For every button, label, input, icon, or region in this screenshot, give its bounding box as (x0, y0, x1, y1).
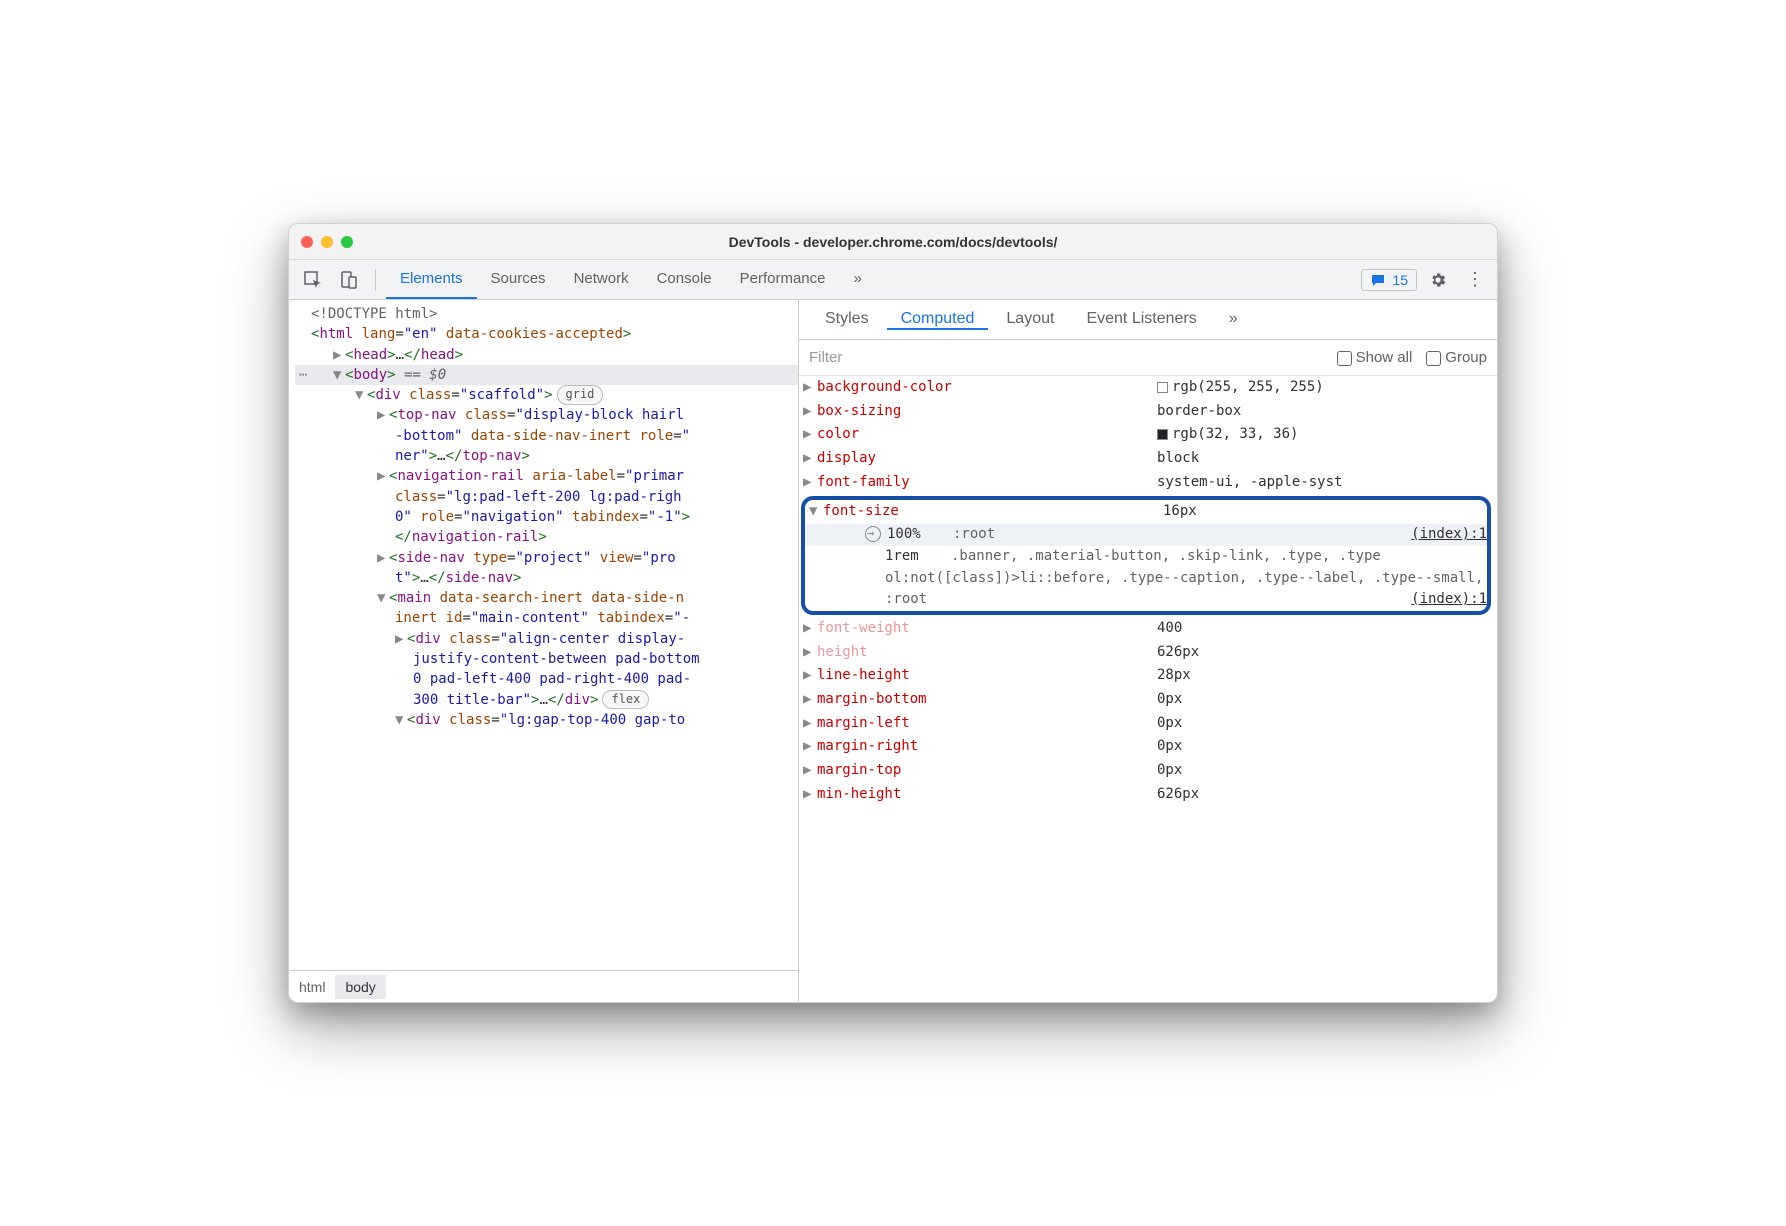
more-menu-icon[interactable]: ⋮ (1461, 269, 1489, 290)
tab-network[interactable]: Network (560, 260, 643, 299)
subtab-computed[interactable]: Computed (887, 310, 989, 330)
prop-color[interactable]: ▶colorrgb(32, 33, 36) (799, 423, 1497, 447)
html-element[interactable]: <html lang="en" data-cookies-accepted> (295, 324, 798, 344)
source-link-1[interactable]: (index):1 (1411, 524, 1487, 546)
subtab-layout[interactable]: Layout (992, 310, 1068, 330)
issues-icon (1370, 273, 1386, 287)
prop-margin-right[interactable]: ▶margin-right0px (799, 735, 1497, 759)
crumb-body[interactable]: body (335, 975, 385, 999)
layout-badge-grid[interactable]: grid (557, 385, 604, 404)
tab-elements[interactable]: Elements (386, 260, 477, 299)
tab-sources[interactable]: Sources (477, 260, 560, 299)
content-split: <!DOCTYPE html> <html lang="en" data-coo… (289, 300, 1497, 1002)
titlebar: DevTools - developer.chrome.com/docs/dev… (289, 224, 1497, 260)
crumb-html[interactable]: html (289, 975, 335, 999)
main-tabs: Elements Sources Network Console Perform… (386, 260, 876, 299)
source-link-2[interactable]: (index):1 (1411, 589, 1487, 611)
toolbar-divider (375, 269, 376, 291)
device-toggle-icon[interactable] (333, 264, 365, 296)
tab-performance[interactable]: Performance (726, 260, 840, 299)
devtools-window: DevTools - developer.chrome.com/docs/dev… (288, 223, 1498, 1003)
main-element[interactable]: ▼<main data-search-inert data-side-n (295, 588, 798, 608)
maximize-window-button[interactable] (341, 236, 353, 248)
doctype: <!DOCTYPE html> (311, 306, 437, 322)
traffic-lights (301, 236, 353, 248)
show-all-checkbox[interactable]: Show all (1337, 349, 1413, 366)
prop-height[interactable]: ▶height626px (799, 641, 1497, 665)
breadcrumb: html body (289, 970, 798, 1002)
main-toolbar: Elements Sources Network Console Perform… (289, 260, 1497, 300)
title-bar-div[interactable]: ▶<div class="align-center display- (295, 629, 798, 649)
prop-margin-top[interactable]: ▶margin-top0px (799, 759, 1497, 783)
tabs-overflow[interactable]: » (840, 260, 876, 299)
side-nav-element[interactable]: ▶<side-nav type="project" view="pro (295, 548, 798, 568)
gap-div[interactable]: ▼<div class="lg:gap-top-400 gap-to (295, 710, 798, 730)
group-checkbox[interactable]: Group (1426, 349, 1487, 366)
prop-line-height[interactable]: ▶line-height28px (799, 664, 1497, 688)
prop-font-weight[interactable]: ▶font-weight400 (799, 617, 1497, 641)
prop-display[interactable]: ▶displayblock (799, 447, 1497, 471)
top-nav-element[interactable]: ▶<top-nav class="display-block hairl (295, 405, 798, 425)
settings-icon[interactable] (1429, 271, 1457, 289)
font-size-source-2[interactable]: 1rem.banner, .material-button, .skip-lin… (805, 546, 1487, 611)
prop-box-sizing[interactable]: ▶box-sizingborder-box (799, 400, 1497, 424)
prop-background-color[interactable]: ▶background-colorrgb(255, 255, 255) (799, 376, 1497, 400)
subtabs-overflow[interactable]: » (1215, 310, 1252, 330)
prop-font-size[interactable]: ▼font-size16px (805, 500, 1487, 524)
goto-icon[interactable] (865, 526, 881, 542)
tab-console[interactable]: Console (643, 260, 726, 299)
prop-margin-left[interactable]: ▶margin-left0px (799, 712, 1497, 736)
prop-min-height[interactable]: ▶min-height626px (799, 783, 1497, 807)
styles-sidebar: Styles Computed Layout Event Listeners »… (799, 300, 1497, 1002)
prop-font-family[interactable]: ▶font-familysystem-ui, -apple-syst (799, 471, 1497, 495)
font-size-source-1[interactable]: 100%:root(index):1 (805, 524, 1487, 546)
inspect-element-icon[interactable] (297, 264, 329, 296)
minimize-window-button[interactable] (321, 236, 333, 248)
issues-badge[interactable]: 15 (1361, 269, 1417, 291)
subtab-event-listeners[interactable]: Event Listeners (1072, 310, 1210, 330)
scaffold-div[interactable]: ▼<div class="scaffold">grid (295, 385, 798, 405)
filter-input[interactable]: Filter (809, 349, 1323, 366)
elements-panel: <!DOCTYPE html> <html lang="en" data-coo… (289, 300, 799, 1002)
dom-tree[interactable]: <!DOCTYPE html> <html lang="en" data-coo… (289, 300, 798, 970)
layout-badge-flex[interactable]: flex (602, 690, 649, 709)
filter-row: Filter Show all Group (799, 340, 1497, 376)
font-size-highlight: ▼font-size16px 100%:root(index):1 1rem.b… (801, 496, 1491, 614)
navigation-rail-element[interactable]: ▶<navigation-rail aria-label="primar (295, 466, 798, 486)
sidebar-tabs: Styles Computed Layout Event Listeners » (799, 300, 1497, 340)
head-element[interactable]: ▶<head>…</head> (295, 345, 798, 365)
window-title: DevTools - developer.chrome.com/docs/dev… (289, 234, 1497, 250)
subtab-styles[interactable]: Styles (811, 310, 883, 330)
close-window-button[interactable] (301, 236, 313, 248)
prop-margin-bottom[interactable]: ▶margin-bottom0px (799, 688, 1497, 712)
issues-count: 15 (1392, 272, 1408, 288)
computed-properties[interactable]: ▶background-colorrgb(255, 255, 255) ▶box… (799, 376, 1497, 1002)
body-element-selected[interactable]: ⋯▼<body> == $0 (295, 365, 798, 385)
